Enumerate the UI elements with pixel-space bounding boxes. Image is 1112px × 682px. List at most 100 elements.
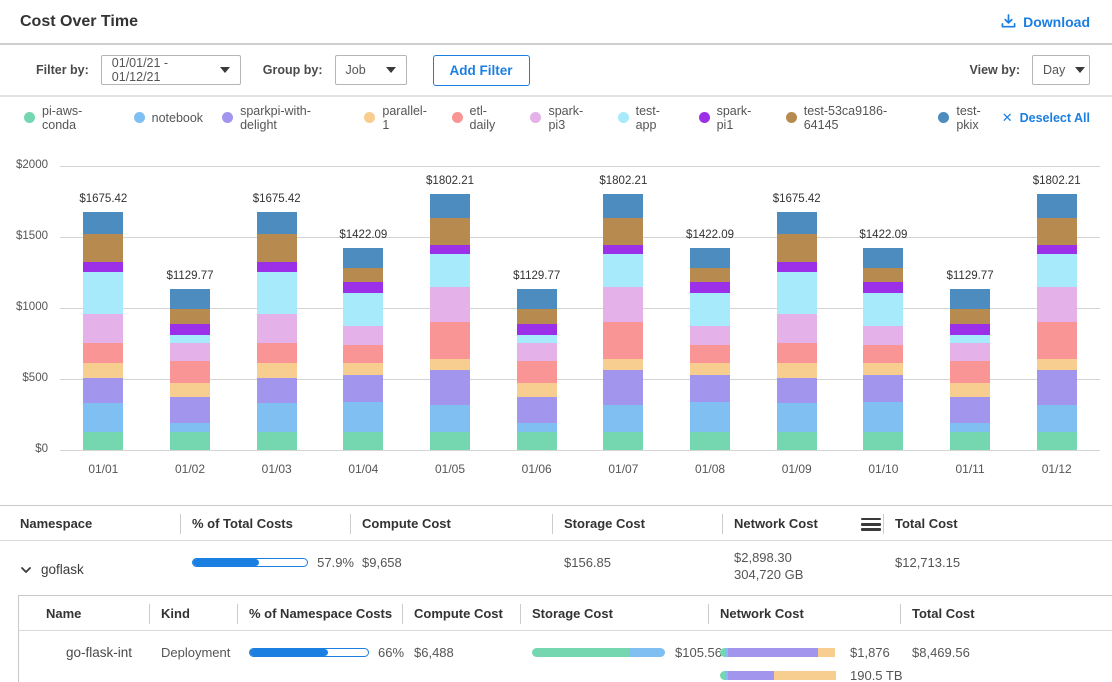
bar-segment-parallel-1[interactable] (83, 363, 123, 377)
col-header-name[interactable]: Name (46, 596, 161, 630)
bar-segment-test-53ca9186-64145[interactable] (863, 268, 903, 282)
legend-item-test-53ca9186-64145[interactable]: test-53ca9186-64145 (786, 104, 920, 132)
bar-segment-test-53ca9186-64145[interactable] (603, 218, 643, 245)
bar-segment-pi-aws-conda[interactable] (1037, 432, 1077, 451)
bar-segment-etl-daily[interactable] (690, 345, 730, 363)
bar-segment-parallel-1[interactable] (430, 359, 470, 370)
chevron-down-icon[interactable] (20, 564, 31, 575)
col-header-namespace[interactable]: Namespace (20, 506, 192, 540)
bar-segment-test-app[interactable] (690, 293, 730, 326)
stacked-bar[interactable]: $1422.09 (863, 248, 903, 450)
bar-segment-notebook[interactable] (777, 403, 817, 431)
deselect-all-button[interactable]: ✕ Deselect All (1002, 110, 1090, 126)
bar-segment-test-app[interactable] (517, 335, 557, 343)
bar-segment-test-pkix[interactable] (83, 212, 123, 234)
bar-segment-pi-aws-conda[interactable] (777, 432, 817, 451)
bar-segment-parallel-1[interactable] (170, 383, 210, 398)
bar-segment-sparkpi-with-delight[interactable] (603, 370, 643, 404)
stacked-bar[interactable]: $1422.09 (343, 248, 383, 450)
group-by-select[interactable]: Job (335, 55, 407, 85)
add-filter-button[interactable]: Add Filter (433, 55, 530, 86)
bar-segment-pi-aws-conda[interactable] (257, 432, 297, 451)
bar-segment-etl-daily[interactable] (950, 361, 990, 382)
col-header-total-costs-pct[interactable]: % of Total Costs (192, 506, 362, 540)
legend-item-test-pkix[interactable]: test-pkix (938, 104, 1001, 132)
legend-item-notebook[interactable]: notebook (134, 111, 203, 125)
bar-segment-test-app[interactable] (257, 272, 297, 314)
bar-segment-pi-aws-conda[interactable] (83, 432, 123, 451)
bar-segment-parallel-1[interactable] (777, 363, 817, 377)
bar-segment-etl-daily[interactable] (257, 343, 297, 363)
bar-segment-test-53ca9186-64145[interactable] (257, 234, 297, 262)
bar-segment-etl-daily[interactable] (83, 343, 123, 363)
bar-segment-etl-daily[interactable] (343, 345, 383, 363)
bar-segment-test-pkix[interactable] (863, 248, 903, 268)
col-header-kind[interactable]: Kind (161, 596, 249, 630)
bar-segment-test-pkix[interactable] (430, 194, 470, 218)
bar-segment-sparkpi-with-delight[interactable] (83, 378, 123, 404)
bar-segment-notebook[interactable] (950, 423, 990, 432)
bar-segment-parallel-1[interactable] (690, 363, 730, 375)
stacked-bar[interactable]: $1129.77 (950, 289, 990, 450)
bar-segment-spark-pi3[interactable] (777, 314, 817, 343)
bar-segment-test-pkix[interactable] (170, 289, 210, 308)
bar-segment-sparkpi-with-delight[interactable] (257, 378, 297, 404)
bar-segment-spark-pi3[interactable] (517, 343, 557, 362)
bar-segment-test-53ca9186-64145[interactable] (343, 268, 383, 282)
bar-segment-sparkpi-with-delight[interactable] (777, 378, 817, 404)
bar-segment-etl-daily[interactable] (170, 361, 210, 382)
bar-segment-sparkpi-with-delight[interactable] (863, 375, 903, 403)
bar-segment-spark-pi1[interactable] (690, 282, 730, 293)
bar-segment-spark-pi3[interactable] (343, 326, 383, 345)
stacked-bar[interactable]: $1802.21 (430, 194, 470, 450)
bar-segment-test-pkix[interactable] (690, 248, 730, 268)
bar-segment-test-pkix[interactable] (950, 289, 990, 308)
bar-segment-spark-pi1[interactable] (430, 245, 470, 254)
col-header-network-cost[interactable]: Network Cost (734, 506, 895, 540)
view-by-select[interactable]: Day (1032, 55, 1090, 85)
bar-segment-test-53ca9186-64145[interactable] (777, 234, 817, 262)
bar-segment-notebook[interactable] (690, 402, 730, 431)
bar-segment-etl-daily[interactable] (1037, 322, 1077, 359)
col-header-compute-cost[interactable]: Compute Cost (414, 596, 532, 630)
bar-segment-test-53ca9186-64145[interactable] (170, 309, 210, 325)
stacked-bar[interactable]: $1129.77 (517, 289, 557, 450)
col-header-storage-cost[interactable]: Storage Cost (532, 596, 720, 630)
bar-segment-parallel-1[interactable] (257, 363, 297, 377)
bar-segment-notebook[interactable] (1037, 405, 1077, 432)
legend-item-etl-daily[interactable]: etl-daily (452, 104, 512, 132)
bar-segment-spark-pi1[interactable] (170, 324, 210, 335)
bar-segment-sparkpi-with-delight[interactable] (343, 375, 383, 403)
bar-segment-sparkpi-with-delight[interactable] (950, 397, 990, 423)
bar-segment-test-app[interactable] (777, 272, 817, 314)
bar-segment-spark-pi3[interactable] (603, 287, 643, 323)
download-button[interactable]: Download (1001, 14, 1090, 30)
bar-segment-spark-pi3[interactable] (1037, 287, 1077, 323)
bar-segment-spark-pi1[interactable] (517, 324, 557, 335)
bar-segment-test-53ca9186-64145[interactable] (1037, 218, 1077, 245)
bar-segment-spark-pi3[interactable] (170, 343, 210, 362)
legend-item-spark-pi1[interactable]: spark-pi1 (699, 104, 767, 132)
col-header-compute-cost[interactable]: Compute Cost (362, 506, 564, 540)
bar-segment-spark-pi1[interactable] (1037, 245, 1077, 254)
col-header-storage-cost[interactable]: Storage Cost (564, 506, 734, 540)
stacked-bar[interactable]: $1802.21 (603, 194, 643, 450)
bar-segment-etl-daily[interactable] (517, 361, 557, 382)
namespace-name[interactable]: goflask (41, 562, 84, 577)
bar-segment-spark-pi1[interactable] (950, 324, 990, 335)
workload-name-cell[interactable]: go-flask-int (46, 631, 161, 682)
bar-segment-spark-pi3[interactable] (863, 326, 903, 345)
bar-segment-test-app[interactable] (950, 335, 990, 343)
bar-segment-sparkpi-with-delight[interactable] (690, 375, 730, 403)
bar-segment-test-pkix[interactable] (603, 194, 643, 218)
bar-segment-etl-daily[interactable] (863, 345, 903, 363)
bar-segment-test-app[interactable] (343, 293, 383, 326)
bar-segment-parallel-1[interactable] (1037, 359, 1077, 370)
bar-segment-spark-pi1[interactable] (777, 262, 817, 273)
legend-item-pi-aws-conda[interactable]: pi-aws-conda (24, 104, 115, 132)
col-header-total-cost[interactable]: Total Cost (912, 596, 1112, 630)
stacked-bar[interactable]: $1675.42 (777, 212, 817, 450)
bar-segment-spark-pi3[interactable] (950, 343, 990, 362)
bar-segment-test-pkix[interactable] (343, 248, 383, 268)
bar-segment-test-app[interactable] (863, 293, 903, 326)
